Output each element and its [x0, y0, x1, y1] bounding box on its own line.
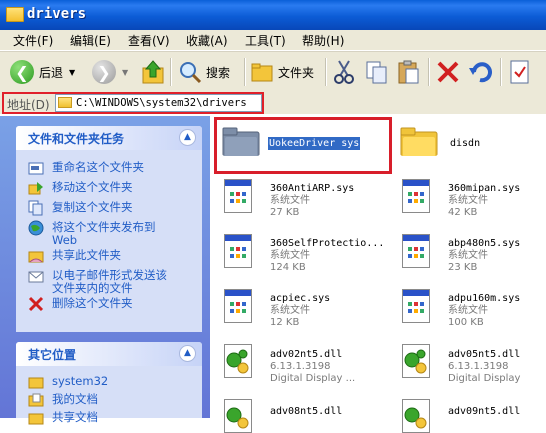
- back-label: 后退: [39, 65, 64, 80]
- file-size: 124 KB: [270, 262, 306, 273]
- rename-icon: [28, 162, 44, 175]
- forward-arrow-icon: ❯: [92, 60, 116, 84]
- publish-web-icon: [28, 220, 44, 236]
- delete-button[interactable]: [436, 58, 460, 86]
- dll-file-icon: [402, 399, 430, 433]
- task-delete[interactable]: 删除这个文件夹: [52, 297, 133, 310]
- delete-icon: [437, 61, 459, 83]
- back-button[interactable]: ❮ 后退 ▼: [10, 58, 75, 86]
- copy-icon: [366, 61, 387, 84]
- toolbar: ❮ 后退 ▼ ❯ ▼ 搜索 文件夹: [0, 51, 546, 93]
- system-file-icon: [224, 234, 252, 268]
- folder-icon: [6, 7, 24, 22]
- file-name[interactable]: adv09nt5.dll: [448, 405, 520, 418]
- share-icon: [28, 251, 44, 263]
- search-button[interactable]: 搜索: [178, 58, 230, 86]
- system-file-icon: [224, 179, 252, 213]
- file-size: 27 KB: [270, 207, 300, 218]
- system-file-icon: [402, 179, 430, 213]
- file-description: Digital Display: [448, 373, 521, 384]
- menu-edit[interactable]: 编辑(E): [70, 32, 111, 49]
- place-my-documents[interactable]: 我的文档: [52, 393, 98, 406]
- task-move[interactable]: 移动这个文件夹: [52, 181, 133, 194]
- window-title: drivers: [27, 6, 87, 22]
- place-system32[interactable]: system32: [52, 375, 108, 388]
- file-size: 12 KB: [270, 317, 300, 328]
- menu-view[interactable]: 查看(V): [128, 32, 170, 49]
- email-icon: [28, 271, 44, 283]
- properties-icon: [510, 60, 529, 84]
- menu-file[interactable]: 文件(F): [13, 32, 53, 49]
- title-bar[interactable]: drivers: [0, 0, 546, 30]
- task-rename[interactable]: 重命名这个文件夹: [52, 161, 144, 174]
- folder-icon: [28, 377, 44, 389]
- dll-file-icon: [402, 344, 430, 378]
- chevron-down-icon: ▼: [69, 67, 76, 77]
- folders-button[interactable]: 文件夹: [250, 58, 314, 86]
- file-description: Digital Display ...: [270, 373, 356, 384]
- dll-file-icon: [224, 399, 252, 433]
- file-size: 23 KB: [448, 262, 478, 273]
- collapse-icon[interactable]: ▲: [179, 345, 196, 362]
- cut-button[interactable]: [332, 58, 356, 86]
- move-icon: [28, 182, 43, 195]
- task-email[interactable]: 以电子邮件形式发送该 文件夹内的文件: [52, 269, 167, 295]
- copy-icon: [28, 200, 43, 216]
- up-folder-button[interactable]: [140, 58, 166, 86]
- file-size: 100 KB: [448, 317, 484, 328]
- panel-title: 文件和文件夹任务: [28, 132, 125, 146]
- undo-button[interactable]: [468, 58, 492, 86]
- search-icon: [180, 62, 202, 84]
- paste-button[interactable]: [396, 58, 422, 86]
- task-pane: 文件和文件夹任务 ▲ 重命名这个文件夹 移动这个文件夹 复制这个文件夹 将这个文…: [0, 116, 210, 425]
- forward-button[interactable]: ❯ ▼: [92, 58, 128, 86]
- address-highlight: [2, 92, 264, 114]
- scissors-icon: [334, 60, 354, 84]
- folder-icon: [400, 127, 438, 156]
- back-arrow-icon: ❮: [10, 60, 34, 84]
- menu-tools[interactable]: 工具(T): [245, 32, 286, 49]
- shared-documents-icon: [28, 413, 44, 425]
- other-places-panel: 其它位置 ▲ system32 我的文档 共享文档: [16, 342, 202, 425]
- task-copy[interactable]: 复制这个文件夹: [52, 201, 133, 214]
- panel-header[interactable]: 其它位置 ▲: [16, 342, 202, 366]
- undo-icon: [469, 62, 492, 83]
- file-size: 42 KB: [448, 207, 478, 218]
- paste-icon: [398, 60, 419, 84]
- file-name[interactable]: adv08nt5.dll: [270, 405, 342, 418]
- dll-file-icon: [224, 344, 252, 378]
- delete-icon: [28, 296, 44, 312]
- panel-title: 其它位置: [28, 348, 77, 362]
- menu-help[interactable]: 帮助(H): [302, 32, 344, 49]
- system-file-icon: [224, 289, 252, 323]
- file-name[interactable]: disdn: [450, 137, 480, 150]
- task-publish-web[interactable]: 将这个文件夹发布到 Web: [52, 221, 156, 247]
- search-label: 搜索: [206, 65, 231, 80]
- selection-highlight: [214, 117, 392, 174]
- file-list: UokeeDriver sys disdn 360AntiARP.sys 系统文…: [210, 116, 546, 433]
- folders-icon: [251, 63, 273, 82]
- menu-favorites[interactable]: 收藏(A): [186, 32, 228, 49]
- system-file-icon: [402, 289, 430, 323]
- collapse-icon[interactable]: ▲: [179, 129, 196, 146]
- file-folder-tasks-panel: 文件和文件夹任务 ▲ 重命名这个文件夹 移动这个文件夹 复制这个文件夹 将这个文…: [16, 126, 202, 332]
- properties-button[interactable]: [508, 58, 532, 86]
- copy-button[interactable]: [364, 58, 390, 86]
- task-share[interactable]: 共享此文件夹: [52, 249, 121, 262]
- up-folder-icon: [142, 60, 164, 84]
- system-file-icon: [402, 234, 430, 268]
- menu-bar: 文件(F) 编辑(E) 查看(V) 收藏(A) 工具(T) 帮助(H): [0, 30, 546, 51]
- my-documents-icon: [28, 393, 44, 407]
- panel-header[interactable]: 文件和文件夹任务 ▲: [16, 126, 202, 150]
- chevron-down-icon: ▼: [122, 67, 129, 77]
- folders-label: 文件夹: [278, 65, 315, 80]
